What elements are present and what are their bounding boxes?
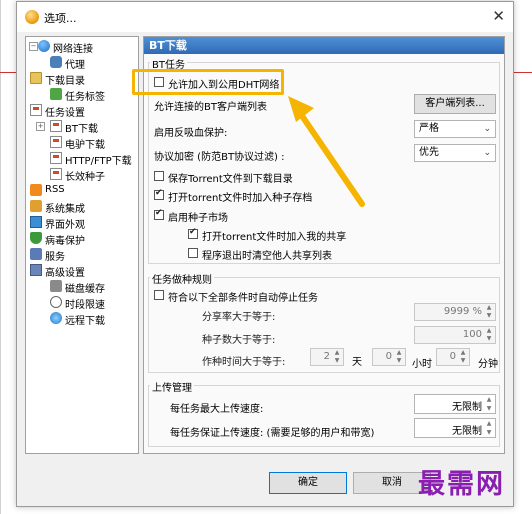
watermark-logo: 最需网 [418,469,505,500]
annotation-arrow-icon [288,96,365,207]
